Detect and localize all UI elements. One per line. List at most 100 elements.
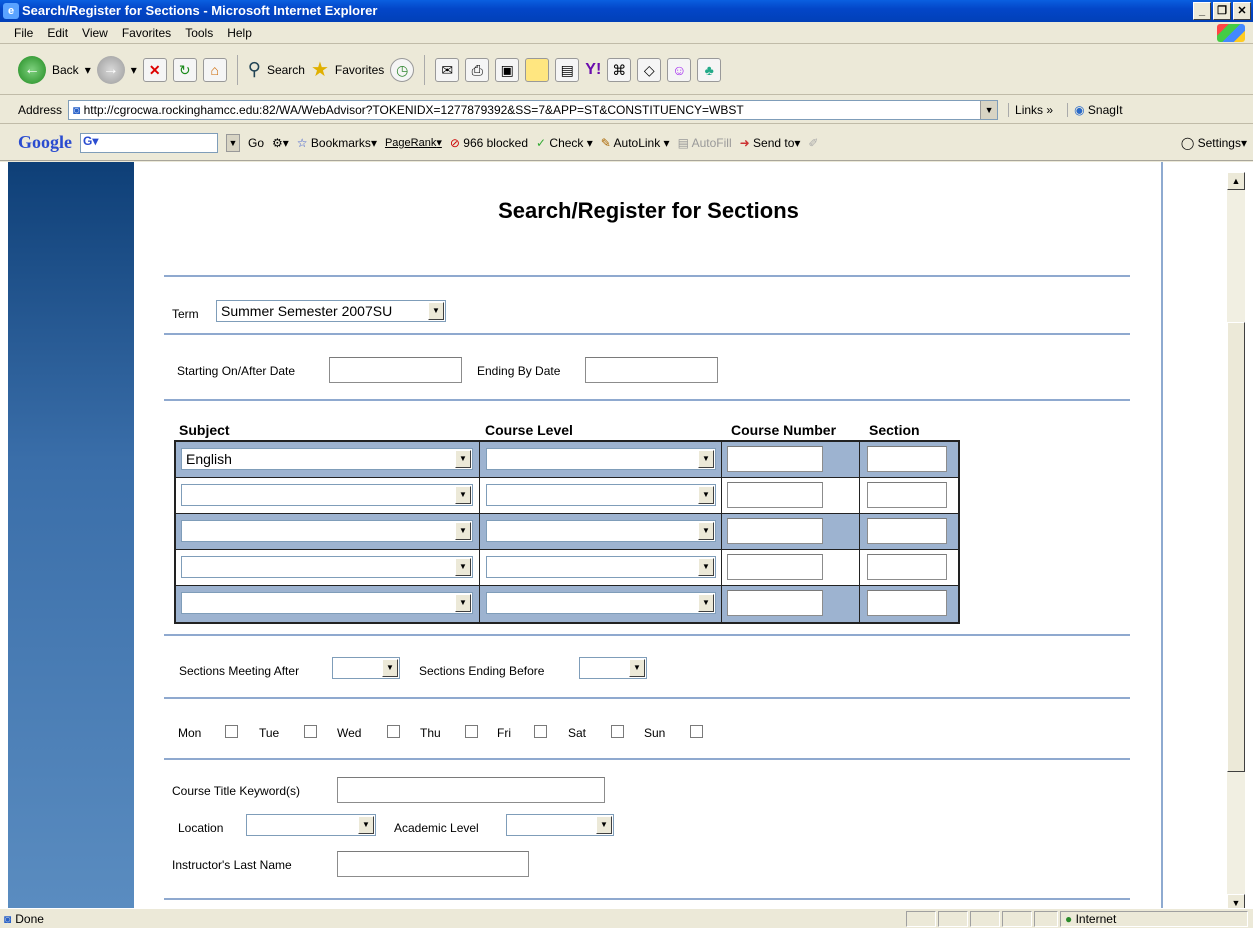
- pagerank-indicator[interactable]: PageRank▾: [385, 136, 442, 149]
- restore-button[interactable]: ❐: [1213, 2, 1231, 20]
- chevron-down-icon[interactable]: ▼: [698, 486, 714, 504]
- google-options-icon[interactable]: ⚙▾: [272, 136, 289, 150]
- google-go-button[interactable]: Go: [248, 136, 264, 150]
- mail-icon[interactable]: ✉: [435, 57, 460, 82]
- highlight-icon[interactable]: ✐: [808, 136, 818, 150]
- subject-select[interactable]: English ▼: [181, 448, 473, 470]
- google-search-dropdown-icon[interactable]: ▼: [226, 133, 240, 152]
- msn-messenger-icon[interactable]: ♣: [697, 57, 722, 82]
- address-input[interactable]: ◙ http://cgrocwa.rockinghamcc.edu:82/WA/…: [68, 99, 999, 120]
- chevron-down-icon[interactable]: ▼: [358, 816, 374, 834]
- subject-select[interactable]: ▼: [181, 556, 473, 578]
- course-number-input[interactable]: [727, 482, 823, 508]
- snagit-capture-icon[interactable]: ◇: [637, 57, 662, 82]
- autofill-button[interactable]: ▤ AutoFill: [678, 136, 732, 150]
- chevron-down-icon[interactable]: ▼: [428, 302, 444, 320]
- scroll-thumb[interactable]: [1227, 322, 1245, 772]
- back-dropdown-icon[interactable]: ▾: [85, 63, 91, 77]
- subject-select[interactable]: ▼: [181, 520, 473, 542]
- settings-button[interactable]: ◯ Settings▾: [1181, 136, 1247, 150]
- bookmarks-button[interactable]: ☆ Bookmarks▾: [297, 136, 377, 150]
- favorites-star-icon[interactable]: ★: [311, 57, 329, 82]
- tue-checkbox[interactable]: [304, 725, 317, 738]
- keyword-input[interactable]: [337, 777, 605, 803]
- close-button[interactable]: ✕: [1233, 2, 1251, 20]
- google-search-input[interactable]: G▾: [80, 132, 218, 153]
- subject-select[interactable]: ▼: [181, 592, 473, 614]
- chevron-down-icon[interactable]: ▼: [382, 659, 398, 677]
- forward-dropdown-icon[interactable]: ▾: [131, 63, 137, 77]
- instructor-input[interactable]: [337, 851, 529, 877]
- menu-favorites[interactable]: Favorites: [122, 26, 171, 40]
- scroll-up-icon[interactable]: ▲: [1227, 172, 1245, 190]
- chevron-down-icon[interactable]: ▼: [455, 594, 471, 612]
- forward-arrow-icon[interactable]: →: [96, 55, 125, 84]
- wed-checkbox[interactable]: [387, 725, 400, 738]
- course-level-select[interactable]: ▼: [486, 448, 716, 470]
- yahoo-icon[interactable]: Y!: [585, 61, 601, 79]
- yahoo-messenger-icon[interactable]: ☺: [667, 57, 692, 82]
- address-dropdown-icon[interactable]: ▼: [980, 100, 998, 119]
- location-select[interactable]: ▼: [246, 814, 376, 836]
- fri-checkbox[interactable]: [534, 725, 547, 738]
- notes-icon[interactable]: [525, 57, 550, 82]
- ending-before-select[interactable]: ▼: [579, 657, 647, 679]
- starting-date-input[interactable]: [329, 357, 462, 383]
- messenger-icon[interactable]: ▤: [555, 57, 580, 82]
- course-level-select[interactable]: ▼: [486, 556, 716, 578]
- links-button[interactable]: Links »: [1008, 102, 1053, 117]
- course-level-select[interactable]: ▼: [486, 520, 716, 542]
- section-input[interactable]: [867, 554, 947, 580]
- google-logo[interactable]: Google: [18, 132, 72, 153]
- chevron-down-icon[interactable]: ▼: [596, 816, 612, 834]
- snagit-button[interactable]: ◉ SnagIt: [1067, 102, 1123, 117]
- chevron-down-icon[interactable]: ▼: [629, 659, 645, 677]
- subject-select[interactable]: ▼: [181, 484, 473, 506]
- popup-blocker-button[interactable]: ⊘ 966 blocked: [450, 136, 528, 150]
- sendto-button[interactable]: ➜ Send to▾: [740, 136, 801, 150]
- menu-view[interactable]: View: [82, 26, 108, 40]
- section-input[interactable]: [867, 482, 947, 508]
- chevron-down-icon[interactable]: ▼: [698, 450, 714, 468]
- minimize-button[interactable]: _: [1193, 2, 1211, 20]
- course-level-select[interactable]: ▼: [486, 592, 716, 614]
- research-icon[interactable]: ⌘: [607, 57, 632, 82]
- menu-file[interactable]: File: [14, 26, 33, 40]
- chevron-down-icon[interactable]: ▼: [698, 558, 714, 576]
- sun-checkbox[interactable]: [690, 725, 703, 738]
- academic-level-select[interactable]: ▼: [506, 814, 614, 836]
- course-number-input[interactable]: [727, 554, 823, 580]
- term-select[interactable]: Summer Semester 2007SU ▼: [216, 300, 446, 322]
- section-input[interactable]: [867, 518, 947, 544]
- course-number-input[interactable]: [727, 446, 823, 472]
- back-button[interactable]: Back: [52, 63, 79, 77]
- menu-tools[interactable]: Tools: [185, 26, 213, 40]
- chevron-down-icon[interactable]: ▼: [455, 450, 471, 468]
- meeting-after-select[interactable]: ▼: [332, 657, 400, 679]
- search-button[interactable]: Search: [267, 63, 305, 77]
- refresh-icon[interactable]: ↻: [172, 57, 197, 82]
- section-input[interactable]: [867, 446, 947, 472]
- vertical-scrollbar[interactable]: ▲ ▼: [1227, 172, 1245, 908]
- chevron-down-icon[interactable]: ▼: [698, 522, 714, 540]
- stop-icon[interactable]: ✕: [142, 57, 167, 82]
- print-icon[interactable]: ⎙: [465, 57, 490, 82]
- autolink-button[interactable]: ✎ AutoLink ▾: [601, 136, 670, 150]
- mon-checkbox[interactable]: [225, 725, 238, 738]
- section-input[interactable]: [867, 590, 947, 616]
- search-icon[interactable]: ⚲: [248, 59, 261, 80]
- chevron-down-icon[interactable]: ▼: [698, 594, 714, 612]
- chevron-down-icon[interactable]: ▼: [455, 522, 471, 540]
- edit-page-icon[interactable]: ▣: [495, 57, 520, 82]
- sat-checkbox[interactable]: [611, 725, 624, 738]
- back-arrow-icon[interactable]: ←: [18, 55, 46, 84]
- chevron-down-icon[interactable]: ▼: [455, 558, 471, 576]
- course-number-input[interactable]: [727, 518, 823, 544]
- ending-date-input[interactable]: [585, 357, 718, 383]
- home-icon[interactable]: ⌂: [202, 57, 227, 82]
- course-number-input[interactable]: [727, 590, 823, 616]
- menu-edit[interactable]: Edit: [47, 26, 68, 40]
- thu-checkbox[interactable]: [465, 725, 478, 738]
- course-level-select[interactable]: ▼: [486, 484, 716, 506]
- scroll-down-icon[interactable]: ▼: [1227, 894, 1245, 908]
